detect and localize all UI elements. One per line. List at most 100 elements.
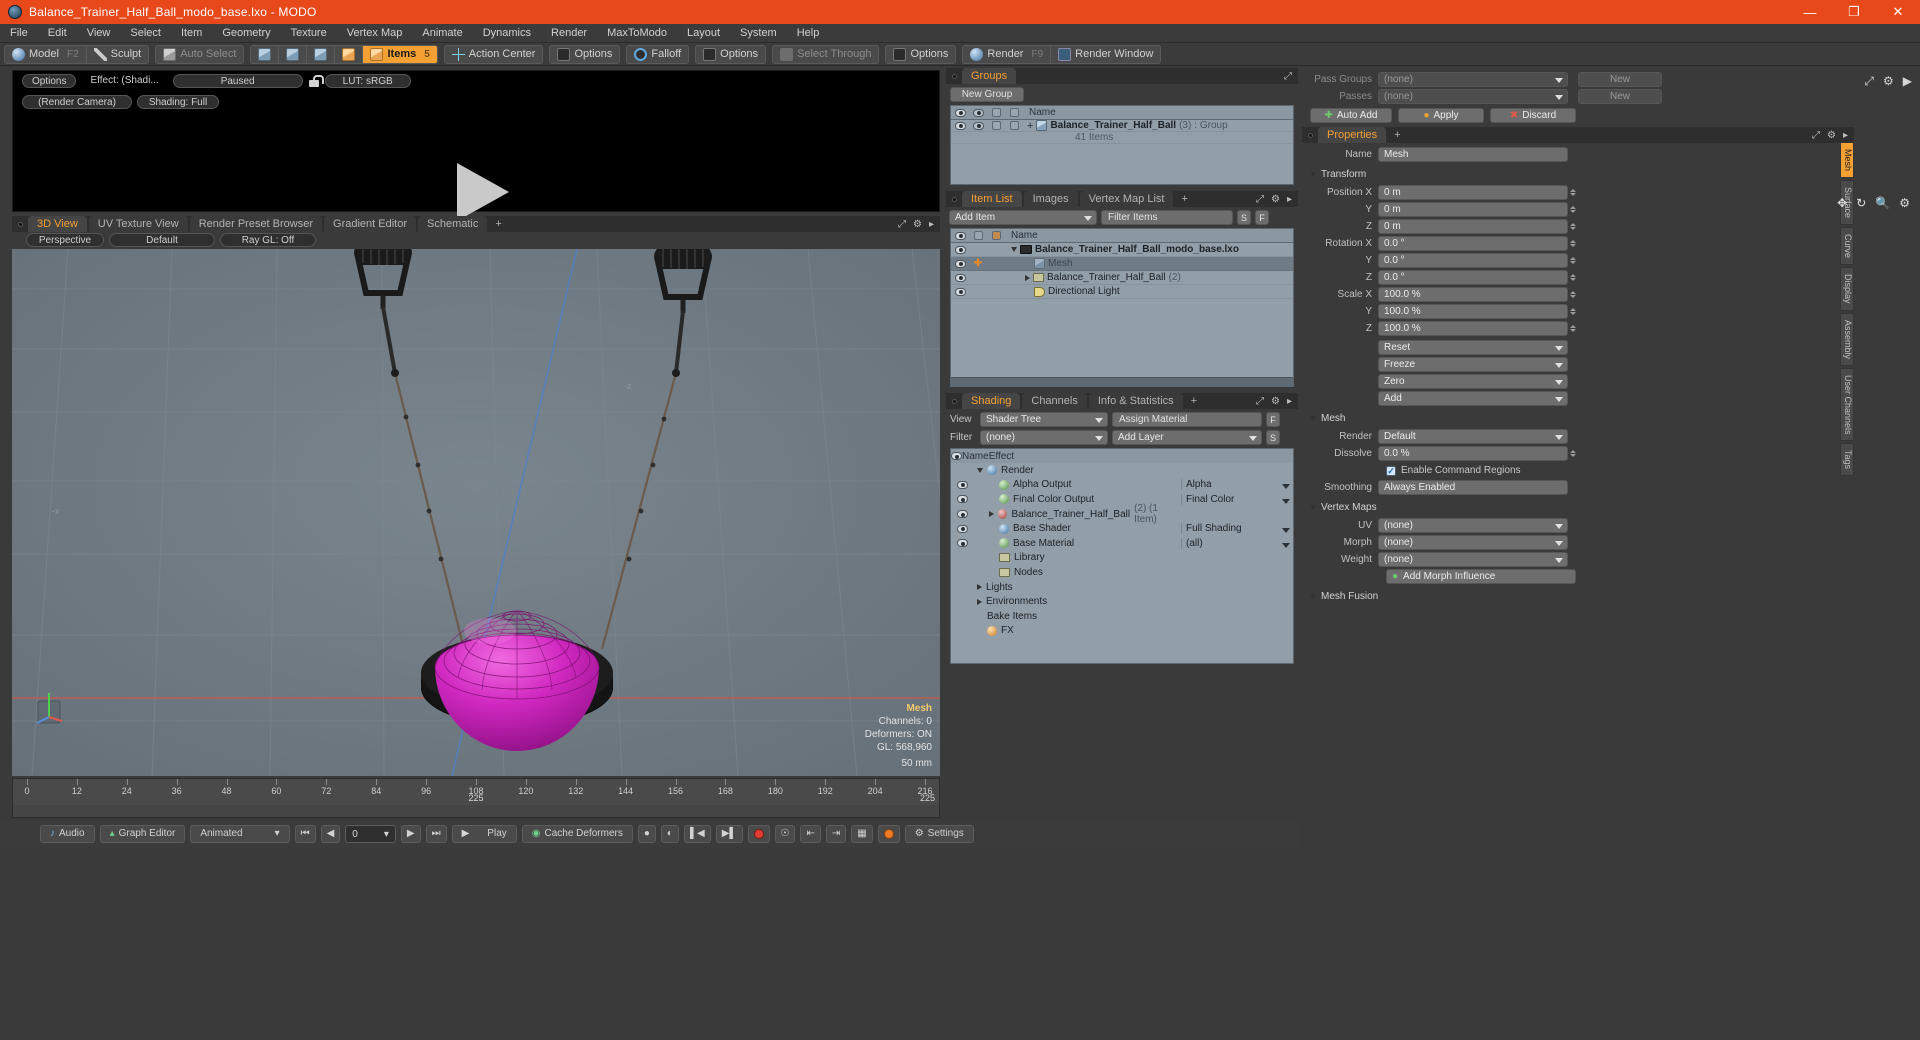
snap-dot-button[interactable] bbox=[877, 825, 900, 843]
maximize-button[interactable]: ❐ bbox=[1832, 0, 1876, 24]
item-list-scrollbar[interactable] bbox=[951, 377, 1293, 386]
row-transform-icon[interactable] bbox=[987, 271, 1005, 285]
gear-icon[interactable]: ⚙ bbox=[913, 219, 922, 230]
side-tab-tags[interactable]: Tags bbox=[1840, 443, 1854, 477]
list-item[interactable]: Balance_Trainer_Half_Ball_modo_base.lxo bbox=[951, 243, 1293, 257]
transform-row-input[interactable]: 0 m bbox=[1378, 219, 1568, 234]
menu-item-maxtomodo[interactable]: MaxToModo bbox=[597, 24, 677, 43]
expand-plus-icon[interactable]: + bbox=[1027, 120, 1033, 132]
list-item[interactable]: Balance_Trainer_Half_Ball (2) (1 Item) bbox=[951, 503, 1293, 525]
play-button[interactable]: ▶ Play bbox=[451, 825, 517, 843]
row-eye-icon[interactable] bbox=[951, 524, 973, 533]
filter-items-input[interactable]: Filter Items bbox=[1101, 210, 1233, 225]
enable-command-regions-checkbox[interactable]: ✓ bbox=[1386, 465, 1396, 476]
row-lock-icon[interactable] bbox=[969, 285, 987, 299]
toolbar-button-options[interactable]: Options bbox=[886, 46, 955, 63]
new-pass-group-button[interactable]: New bbox=[1578, 72, 1662, 87]
toolbar-button-sculpt[interactable]: Sculpt bbox=[87, 46, 149, 63]
panel-dot-icon[interactable] bbox=[1308, 133, 1313, 138]
panel-dot-icon[interactable] bbox=[952, 74, 957, 79]
toolbar-button-options[interactable]: Options bbox=[550, 46, 619, 63]
tab--[interactable]: + bbox=[1185, 393, 1203, 409]
menu-item-vertex-map[interactable]: Vertex Map bbox=[337, 24, 413, 43]
row-eye-icon[interactable] bbox=[951, 495, 973, 504]
shader-row-effect[interactable]: (all) bbox=[1181, 537, 1293, 549]
toolbar-button-vertex-mode[interactable] bbox=[251, 45, 280, 63]
list-item[interactable]: Directional Light bbox=[951, 285, 1293, 299]
transform-row-input[interactable]: 100.0 % bbox=[1378, 321, 1568, 336]
panel-dot-icon[interactable] bbox=[952, 399, 957, 404]
list-item[interactable]: Base Shader Full Shading bbox=[951, 521, 1293, 536]
chevron-down-icon[interactable] bbox=[1011, 247, 1017, 252]
add-morph-influence-button[interactable]: ● Add Morph Influence bbox=[1386, 569, 1576, 584]
transform-spinner[interactable] bbox=[1570, 304, 1579, 319]
menu-item-animate[interactable]: Animate bbox=[412, 24, 472, 43]
menu-item-render[interactable]: Render bbox=[541, 24, 597, 43]
render-shading-button[interactable]: Shading: Full bbox=[137, 95, 219, 109]
gear-icon[interactable]: ⚙ bbox=[1271, 396, 1280, 407]
graph-editor-button[interactable]: ▴ Graph Editor bbox=[99, 825, 186, 843]
menu-item-system[interactable]: System bbox=[730, 24, 787, 43]
item-list-body[interactable]: Balance_Trainer_Half_Ball_modo_base.lxo ✚… bbox=[951, 243, 1293, 377]
chevron-right-icon[interactable]: ▸ bbox=[1843, 130, 1848, 141]
chevron-right-icon[interactable] bbox=[1025, 274, 1030, 281]
panel-dot-icon[interactable] bbox=[18, 222, 23, 227]
expand-icon[interactable]: ⤢ bbox=[898, 219, 906, 230]
row-eye-icon[interactable] bbox=[951, 539, 973, 548]
toolbar-button-items[interactable]: Items 5 bbox=[363, 45, 437, 63]
mesh-dissolve-input[interactable]: 0.0 % bbox=[1378, 446, 1568, 461]
step-back-button[interactable]: ◀ bbox=[320, 825, 341, 843]
filter-s-button[interactable]: S bbox=[1237, 210, 1251, 225]
toolbar-button-options[interactable]: Options bbox=[696, 46, 765, 63]
tab-vertex-map-list[interactable]: Vertex Map List bbox=[1079, 191, 1174, 207]
list-item[interactable]: Bake Items bbox=[951, 609, 1293, 624]
menu-item-edit[interactable]: Edit bbox=[38, 24, 77, 43]
keyframe-mode-button[interactable]: ● bbox=[637, 825, 656, 843]
tab-images[interactable]: Images bbox=[1023, 191, 1078, 207]
range-end-button[interactable]: ▶▌ bbox=[715, 825, 743, 843]
menu-item-help[interactable]: Help bbox=[787, 24, 830, 43]
list-item[interactable]: Environments bbox=[951, 594, 1293, 609]
row-lock-icon[interactable]: ✚ bbox=[969, 257, 987, 271]
lut-button[interactable]: LUT: sRGB bbox=[324, 74, 411, 88]
menu-item-view[interactable]: View bbox=[77, 24, 121, 43]
transform-spinner[interactable] bbox=[1570, 287, 1579, 302]
step-forward-button[interactable]: ▶ bbox=[400, 825, 421, 843]
next-key-button[interactable]: ⏭ bbox=[425, 825, 447, 843]
menu-item-geometry[interactable]: Geometry bbox=[212, 24, 280, 43]
toolbar-button-polygon-mode[interactable] bbox=[307, 45, 336, 63]
transform-spinner[interactable] bbox=[1570, 253, 1579, 268]
row-lock-icon[interactable] bbox=[969, 243, 987, 257]
new-group-button[interactable]: New Group bbox=[950, 87, 1024, 102]
timeline-ticks[interactable]: 0 12 24 36 48 60 72 84 96 108 120 132 144 156 168 180 19… bbox=[13, 779, 939, 805]
tab-properties[interactable]: Properties bbox=[1318, 127, 1387, 143]
play-arrow-icon[interactable]: ▶ bbox=[1903, 74, 1912, 89]
tab--[interactable]: + bbox=[489, 216, 507, 232]
toolbar-button-render[interactable]: Render F9 bbox=[963, 45, 1052, 63]
fit-icon[interactable]: ⤢ bbox=[1864, 74, 1874, 89]
transform-section-header[interactable]: Transform bbox=[1310, 167, 1838, 182]
toolbar-button-edge-mode[interactable] bbox=[279, 45, 308, 63]
shader-tree-list[interactable]: Name Effect Render Alpha Output Alpha Final… bbox=[950, 448, 1294, 664]
snap-button[interactable]: ▦ bbox=[851, 825, 873, 843]
row-transform-icon[interactable] bbox=[987, 257, 1005, 271]
toolbar-button-auto-select[interactable]: Auto Select bbox=[156, 46, 243, 63]
chevron-right-icon[interactable]: ▸ bbox=[929, 219, 934, 230]
shader-row-effect[interactable]: Final Color bbox=[1181, 493, 1293, 505]
transform-action-select[interactable]: Freeze bbox=[1378, 357, 1568, 372]
transform-spinner[interactable] bbox=[1570, 185, 1579, 200]
transform-action-select[interactable]: Reset bbox=[1378, 340, 1568, 355]
expand-icon[interactable]: ⤢ bbox=[1812, 130, 1820, 141]
transform-action-select[interactable]: Zero bbox=[1378, 374, 1568, 389]
gear-icon[interactable]: ⚙ bbox=[1827, 130, 1836, 141]
menu-item-dynamics[interactable]: Dynamics bbox=[473, 24, 541, 43]
render-options-button[interactable]: Options bbox=[22, 74, 77, 88]
tab--[interactable]: + bbox=[1175, 191, 1193, 207]
range-start-button[interactable]: ▌◀ bbox=[683, 825, 711, 843]
zoom-icon[interactable]: 🔍 bbox=[1875, 196, 1890, 210]
expand-icon[interactable]: ⤢ bbox=[1256, 194, 1264, 205]
vertex-map-select[interactable]: (none) bbox=[1378, 518, 1568, 533]
row-eye-icon[interactable] bbox=[951, 271, 969, 285]
timeline-ruler[interactable]: 0 12 24 36 48 60 72 84 96 108 120 132 144 156 168 180 19… bbox=[12, 778, 940, 818]
side-tab-assembly[interactable]: Assembly bbox=[1840, 312, 1854, 366]
